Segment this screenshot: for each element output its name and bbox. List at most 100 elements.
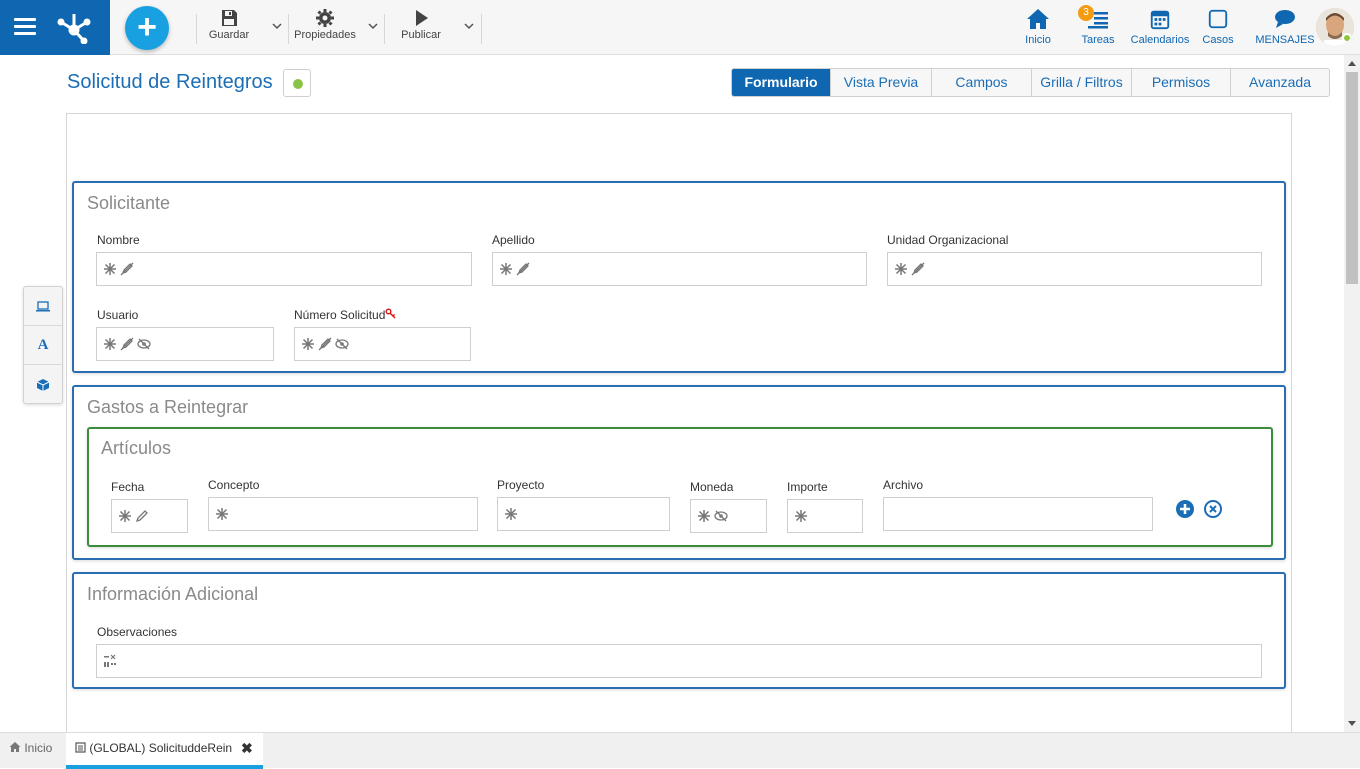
pencil-slash-icon <box>120 262 134 276</box>
moneda-field[interactable] <box>690 499 767 533</box>
field-label-apellido: Apellido <box>492 233 535 247</box>
toolbar-divider <box>288 14 289 44</box>
required-asterisk-icon <box>104 263 116 275</box>
save-button[interactable]: Guardar <box>204 8 254 48</box>
nombre-field[interactable] <box>96 252 472 286</box>
required-asterisk-icon <box>500 263 512 275</box>
text-tool[interactable]: A <box>24 326 62 365</box>
cases-icon <box>1208 9 1228 29</box>
proyecto-field[interactable] <box>497 497 670 531</box>
text-format-icon <box>104 654 116 667</box>
properties-button[interactable]: Propiedades <box>292 8 358 48</box>
tab-avanzada[interactable]: Avanzada <box>1230 69 1329 96</box>
avatar[interactable] <box>1316 8 1354 46</box>
usuario-field[interactable] <box>96 327 274 361</box>
key-icon <box>385 308 396 319</box>
control-tool[interactable] <box>24 287 62 326</box>
chevron-down-icon[interactable] <box>463 20 475 32</box>
status-button[interactable] <box>283 69 311 97</box>
field-label-observaciones: Observaciones <box>97 625 178 639</box>
tab-grilla-filtros[interactable]: Grilla / Filtros <box>1031 69 1131 96</box>
add-button[interactable]: + <box>125 6 169 50</box>
column-label-importe: Importe <box>787 480 828 494</box>
section-solicitante[interactable]: Solicitante Nombre Apellido Unidad Organ… <box>72 181 1286 373</box>
bottom-tab-home-label: Inicio <box>24 741 53 755</box>
pencil-slash-icon <box>516 262 530 276</box>
form-icon <box>75 742 86 753</box>
scroll-down-icon[interactable] <box>1347 720 1357 728</box>
floppy-disk-icon <box>222 10 237 26</box>
required-asterisk-icon <box>895 263 907 275</box>
required-asterisk-icon <box>698 510 710 522</box>
laptop-icon <box>36 301 50 312</box>
nav-cases[interactable]: Casos <box>1200 7 1236 49</box>
unidad-organizacional-field[interactable] <box>887 252 1262 286</box>
delete-row-icon[interactable] <box>1203 499 1223 519</box>
tab-formulario[interactable]: Formulario <box>732 69 830 96</box>
field-label-nombre: Nombre <box>97 233 140 247</box>
importe-field[interactable] <box>787 499 863 533</box>
gear-icon <box>316 9 334 27</box>
concepto-field[interactable] <box>208 497 478 531</box>
column-label-archivo: Archivo <box>883 478 924 492</box>
field-label-unidad: Unidad Organizacional <box>887 233 1009 247</box>
nav-home-label: Inicio <box>1025 34 1051 46</box>
home-icon <box>1027 9 1049 29</box>
observaciones-field[interactable] <box>96 644 1262 678</box>
chevron-down-icon[interactable] <box>367 20 379 32</box>
chat-bubble-icon <box>1275 10 1295 28</box>
bottom-tab-bar: Inicio (GLOBAL) SolicituddeRein ✖ <box>0 732 1360 769</box>
brand-area <box>0 0 110 55</box>
nav-tasks[interactable]: 3 Tareas <box>1078 5 1118 49</box>
letter-a-icon: A <box>37 336 49 353</box>
nav-messages[interactable]: MENSAJES <box>1253 7 1317 49</box>
grid-articulos[interactable]: Artículos Fecha Concepto Proyecto Moneda <box>87 427 1273 547</box>
tab-permisos[interactable]: Permisos <box>1131 69 1230 96</box>
required-asterisk-icon <box>216 508 228 520</box>
eye-slash-icon <box>335 338 349 350</box>
required-asterisk-icon <box>302 338 314 350</box>
cube-icon <box>36 378 50 391</box>
nav-calendars-label: Calendarios <box>1130 34 1190 46</box>
scrollbar-thumb[interactable] <box>1346 72 1358 284</box>
required-asterisk-icon <box>119 510 131 522</box>
archivo-field[interactable] <box>883 497 1153 531</box>
section-adicional[interactable]: Información Adicional Observaciones <box>72 572 1286 689</box>
close-icon[interactable]: ✖ <box>241 733 253 763</box>
chevron-down-icon[interactable] <box>271 20 283 32</box>
container-tool[interactable] <box>24 365 62 404</box>
pencil-slash-icon <box>911 262 925 276</box>
apellido-field[interactable] <box>492 252 867 286</box>
section-gastos[interactable]: Gastos a Reintegrar Artículos Fecha Conc… <box>72 385 1286 560</box>
save-label: Guardar <box>208 29 250 41</box>
play-icon <box>416 10 428 26</box>
bottom-tab-home[interactable]: Inicio <box>9 733 59 769</box>
eye-slash-icon <box>714 510 728 522</box>
nav-home[interactable]: Inicio <box>1020 7 1056 49</box>
scroll-up-icon[interactable] <box>1347 59 1357 67</box>
pencil-slash-icon <box>318 337 332 351</box>
add-row-icon[interactable] <box>1175 499 1195 519</box>
eye-slash-icon <box>137 338 151 350</box>
tab-campos[interactable]: Campos <box>931 69 1031 96</box>
numero-solicitud-field[interactable] <box>294 327 471 361</box>
grid-title: Artículos <box>101 438 172 458</box>
required-asterisk-icon <box>104 338 116 350</box>
nav-calendars[interactable]: Calendarios <box>1129 7 1191 49</box>
home-icon <box>9 742 21 752</box>
menu-icon[interactable] <box>14 18 36 36</box>
toolbar-divider <box>384 14 385 44</box>
fecha-field[interactable] <box>111 499 188 533</box>
online-status-dot <box>1342 33 1352 43</box>
pencil-slash-icon <box>120 337 134 351</box>
logo-icon[interactable] <box>56 10 92 44</box>
tab-vista-previa[interactable]: Vista Previa <box>830 69 931 96</box>
page-title: Solicitud de Reintegros <box>67 71 273 93</box>
nav-tasks-label: Tareas <box>1081 34 1115 46</box>
column-label-moneda: Moneda <box>690 480 734 494</box>
bottom-tab-current[interactable]: (GLOBAL) SolicituddeRein ✖ <box>66 733 263 769</box>
column-label-proyecto: Proyecto <box>497 478 545 492</box>
column-label-fecha: Fecha <box>111 480 145 494</box>
publish-button[interactable]: Publicar <box>396 8 446 48</box>
nav-cases-label: Casos <box>1202 34 1234 46</box>
